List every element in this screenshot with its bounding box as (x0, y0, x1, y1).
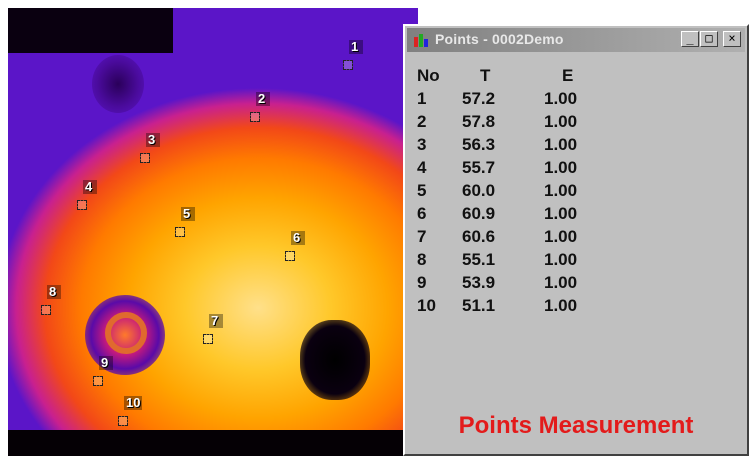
table-row: 1 57.2 1.00 (417, 87, 614, 110)
points-window: Points - 0002Demo _ □ × No T E 1 57.2 1.… (403, 24, 749, 456)
point-crosshair (203, 334, 213, 344)
table-row: 10 51.1 1.00 (417, 294, 614, 317)
point-label: 9 (99, 356, 113, 370)
cell-no: 10 (417, 295, 436, 315)
point-marker-7[interactable]: 7 (203, 314, 237, 344)
point-marker-8[interactable]: 8 (41, 285, 75, 315)
cell-no: 5 (417, 180, 427, 200)
point-crosshair (285, 251, 295, 261)
cell-t: 60.9 (462, 203, 496, 223)
window-title: Points - 0002Demo (435, 31, 564, 47)
point-label: 1 (349, 40, 363, 54)
point-crosshair (140, 153, 150, 163)
point-crosshair (41, 305, 51, 315)
cell-e: 1.00 (544, 157, 578, 177)
thermal-bottom-edge (8, 430, 403, 456)
cell-t: 60.0 (462, 180, 496, 200)
cell-no: 4 (417, 157, 427, 177)
cell-e: 1.00 (544, 88, 578, 108)
cell-t: 57.2 (462, 88, 496, 108)
table-row: 3 56.3 1.00 (417, 133, 614, 156)
cell-no: 6 (417, 203, 427, 223)
close-button[interactable]: × (723, 31, 741, 47)
cell-e: 1.00 (544, 295, 578, 315)
cell-no: 2 (417, 111, 427, 131)
points-measurement-label: Points Measurement (458, 412, 694, 439)
point-label: 7 (209, 314, 223, 328)
app-icon (414, 34, 428, 47)
point-label: 3 (146, 133, 160, 147)
cell-e: 1.00 (544, 111, 578, 131)
point-marker-6[interactable]: 6 (285, 231, 319, 261)
point-marker-3[interactable]: 3 (140, 133, 174, 163)
point-crosshair (93, 376, 103, 386)
table-row: 4 55.7 1.00 (417, 156, 614, 179)
cell-e: 1.00 (544, 180, 578, 200)
table-row: 6 60.9 1.00 (417, 202, 614, 225)
point-marker-9[interactable]: 9 (93, 356, 127, 386)
header-t: T (480, 65, 491, 85)
point-marker-4[interactable]: 4 (77, 180, 111, 210)
cell-t: 55.7 (462, 157, 496, 177)
point-label: 4 (83, 180, 97, 194)
table-row: 5 60.0 1.00 (417, 179, 614, 202)
table-row: 2 57.8 1.00 (417, 110, 614, 133)
point-marker-5[interactable]: 5 (175, 207, 209, 237)
cell-t: 60.6 (462, 226, 496, 246)
point-label: 5 (181, 207, 195, 221)
point-crosshair (118, 416, 128, 426)
point-label: 10 (124, 395, 143, 410)
cell-e: 1.00 (544, 249, 578, 269)
cell-no: 8 (417, 249, 427, 269)
maximize-button[interactable]: □ (700, 31, 718, 47)
cell-e: 1.00 (544, 226, 578, 246)
point-crosshair (77, 200, 87, 210)
cell-t: 53.9 (462, 272, 496, 292)
cell-no: 9 (417, 272, 427, 292)
cell-t: 56.3 (462, 134, 496, 154)
header-no: No (417, 65, 440, 85)
cell-no: 1 (417, 88, 427, 108)
point-marker-2[interactable]: 2 (250, 92, 284, 122)
window-titlebar[interactable]: Points - 0002Demo _ □ × (407, 28, 745, 52)
point-label: 8 (47, 285, 61, 299)
thermal-ring (105, 312, 147, 354)
thermal-dark-spot (300, 320, 370, 400)
table-row: 7 60.6 1.00 (417, 225, 614, 248)
table-header: No T E (417, 64, 614, 87)
cell-t: 51.1 (462, 295, 496, 315)
thermal-cold-region (8, 8, 173, 53)
cell-e: 1.00 (544, 272, 578, 292)
cell-t: 55.1 (462, 249, 496, 269)
point-marker-10[interactable]: 10 (118, 396, 164, 426)
cell-e: 1.00 (544, 203, 578, 223)
point-crosshair (175, 227, 185, 237)
header-e: E (562, 65, 574, 85)
point-label: 6 (291, 231, 305, 245)
points-table: No T E 1 57.2 1.00 2 57.8 1.00 3 56.3 1.… (417, 64, 614, 317)
point-label: 2 (256, 92, 270, 106)
cell-t: 57.8 (462, 111, 496, 131)
cell-e: 1.00 (544, 134, 578, 154)
cell-no: 7 (417, 226, 427, 246)
minimize-button[interactable]: _ (681, 31, 699, 47)
thermal-cold-spot (92, 55, 144, 113)
point-crosshair (343, 60, 353, 70)
cell-no: 3 (417, 134, 427, 154)
point-marker-1[interactable]: 1 (343, 40, 377, 70)
table-row: 8 55.1 1.00 (417, 248, 614, 271)
point-crosshair (250, 112, 260, 122)
table-row: 9 53.9 1.00 (417, 271, 614, 294)
